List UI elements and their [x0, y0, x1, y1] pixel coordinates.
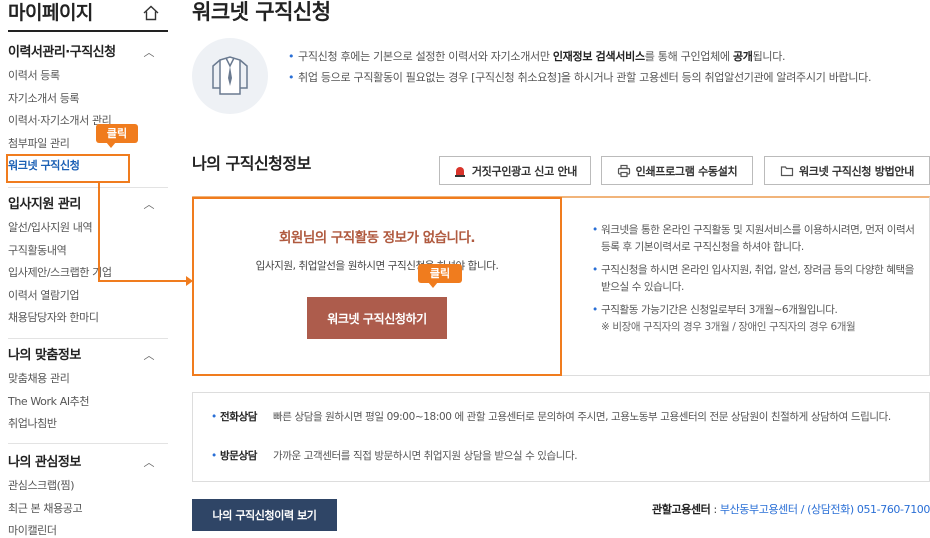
sidebar-item-attachment-manage[interactable]: 첨부파일 관리 — [8, 133, 168, 156]
section-title: 나의 구직신청정보 — [192, 154, 311, 173]
chevron-up-icon[interactable]: ︿ — [144, 193, 155, 217]
sidebar: 마이페이지 이력서관리·구직신청 ︿ 이력서 등록 자기소개서 등록 이력서·자기… — [0, 0, 170, 538]
sidebar-group-title[interactable]: 나의 맞춤정보 ︿ — [8, 344, 168, 368]
consult-label: 방문상담 — [220, 450, 258, 462]
guide-item: 구직신청을 하시면 온라인 입사지원, 취업, 알선, 장려금 등의 다양한 혜… — [592, 262, 922, 296]
sidebar-group-title[interactable]: 이력서관리·구직신청 ︿ — [8, 41, 168, 65]
no-data-title: 회원님의 구직활동 정보가 없습니다. — [278, 230, 476, 246]
apply-history-button[interactable]: 나의 구직신청이력 보기 — [192, 499, 337, 531]
sidebar-item-calendar[interactable]: 마이캘린더 — [8, 520, 168, 538]
sidebar-divider — [8, 443, 168, 444]
sidebar-item-apply-history[interactable]: 알선/입사지원 내역 — [8, 217, 168, 240]
consult-phone-row: • 전화상담 빠른 상담을 원하시면 평일 09:00~18:00 에 관할 고… — [211, 409, 913, 426]
intro-notice-item: 취업 등으로 구직활동이 필요없는 경우 [구직신청 취소요청]을 하시거나 관… — [288, 69, 928, 86]
no-data-box: 회원님의 구직활동 정보가 없습니다. 입사지원, 취업알선을 원하시면 구직신… — [192, 197, 562, 376]
folder-icon — [780, 165, 794, 176]
employment-center-info: 관할고용센터 : 부산동부고용센터 / (상담전화) 051-760-7100 — [652, 501, 930, 517]
page-title: 워크넷 구직신청 — [192, 0, 331, 24]
sidebar-group-custom: 나의 맞춤정보 ︿ 맞춤채용 관리 The Work AI추천 취업나침반 — [8, 344, 168, 436]
sidebar-divider — [8, 187, 168, 188]
siren-icon — [454, 166, 465, 177]
sidebar-divider — [8, 338, 168, 339]
worknet-apply-button[interactable]: 워크넷 구직신청하기 — [307, 297, 447, 339]
sidebar-item-jobsearch-history[interactable]: 구직활동내역 — [8, 240, 168, 263]
sidebar-item-resume-manage[interactable]: 이력서·자기소개서 관리 — [8, 110, 168, 133]
guide-item: 구직활동 가능기간은 신청일로부터 3개월~6개월입니다.※ 비장애 구직자의 … — [592, 302, 922, 336]
sidebar-item-ai-recommend[interactable]: The Work AI추천 — [8, 391, 168, 414]
active-item-highlight — [6, 154, 130, 183]
chevron-up-icon[interactable]: ︿ — [144, 41, 155, 65]
fake-ad-report-button[interactable]: 거짓구인광고 신고 안내 — [439, 156, 591, 185]
sidebar-item-coverletter-register[interactable]: 자기소개서 등록 — [8, 88, 168, 111]
sidebar-item-custom-jobs[interactable]: 맞춤채용 관리 — [8, 368, 168, 391]
sidebar-header: 마이페이지 — [8, 0, 168, 32]
click-annotation-badge: 클릭 — [96, 124, 138, 148]
consult-text: 가까운 고객센터를 직접 방문하시면 취업지원 상담을 받으실 수 있습니다. — [273, 450, 578, 462]
sidebar-group-title[interactable]: 나의 관심정보 ︿ — [8, 451, 168, 475]
guide-item: 워크넷을 통한 온라인 구직활동 및 지원서비스를 이용하시려면, 먼저 이력서… — [592, 222, 922, 256]
annotation-connector — [98, 183, 100, 282]
sidebar-item-resume-register[interactable]: 이력서 등록 — [8, 65, 168, 88]
print-program-button[interactable]: 인쇄프로그램 수동설치 — [601, 156, 753, 185]
consult-text: 빠른 상담을 원하시면 평일 09:00~18:00 에 관할 고용센터로 문의… — [273, 411, 891, 423]
apply-guide-button[interactable]: 워크넷 구직신청 방법안내 — [764, 156, 930, 185]
sidebar-group-title[interactable]: 입사지원 관리 ︿ — [8, 193, 168, 217]
guide-note: ※ 비장애 구직자의 경우 3개월 / 장애인 구직자의 경우 6개월 — [601, 321, 856, 333]
consult-box: • 전화상담 빠른 상담을 원하시면 평일 09:00~18:00 에 관할 고… — [192, 392, 930, 482]
click-annotation-badge: 클릭 — [418, 264, 462, 288]
center-value[interactable]: 부산동부고용센터 / (상담전화) 051-760-7100 — [720, 503, 930, 516]
consult-label: 전화상담 — [220, 411, 258, 423]
printer-icon — [617, 164, 630, 177]
sidebar-item-recent-jobs[interactable]: 최근 본 채용공고 — [8, 498, 168, 521]
sidebar-item-scrap[interactable]: 관심스크랩(찜) — [8, 475, 168, 498]
intro-notice-item: 구직신청 후에는 기본으로 설정한 이력서와 자기소개서만 인재정보 검색서비스… — [288, 48, 928, 65]
sidebar-item-career-compass[interactable]: 취업나침반 — [8, 413, 168, 436]
sidebar-group-application: 입사지원 관리 ︿ 알선/입사지원 내역 구직활동내역 입사제안/스크랩한 기업 … — [8, 193, 168, 330]
sidebar-title: 마이페이지 — [8, 2, 93, 24]
apply-guide-list: 워크넷을 통한 온라인 구직활동 및 지원서비스를 이용하시려면, 먼저 이력서… — [592, 222, 922, 342]
chevron-up-icon[interactable]: ︿ — [144, 344, 155, 368]
no-data-description: 입사지원, 취업알선을 원하시면 구직신청을 하셔야 합니다. — [255, 260, 499, 272]
intro-notice-list: 구직신청 후에는 기본으로 설정한 이력서와 자기소개서만 인재정보 검색서비스… — [288, 48, 928, 90]
center-label: 관할고용센터 — [652, 503, 711, 516]
shirt-icon — [212, 56, 248, 95]
chevron-up-icon[interactable]: ︿ — [144, 451, 155, 475]
center-separator: : — [710, 503, 720, 516]
consult-visit-row: • 방문상담 가까운 고객센터를 직접 방문하시면 취업지원 상담을 받으실 수… — [211, 448, 913, 465]
sidebar-item-resume-viewers[interactable]: 이력서 열람기업 — [8, 285, 168, 308]
sidebar-item-recruiter-message[interactable]: 채용담당자와 한마디 — [8, 307, 168, 330]
intro-illustration — [192, 38, 268, 114]
home-icon[interactable] — [142, 4, 160, 22]
annotation-connector — [98, 280, 188, 282]
sidebar-group-interest: 나의 관심정보 ︿ 관심스크랩(찜) 최근 본 채용공고 마이캘린더 — [8, 451, 168, 538]
